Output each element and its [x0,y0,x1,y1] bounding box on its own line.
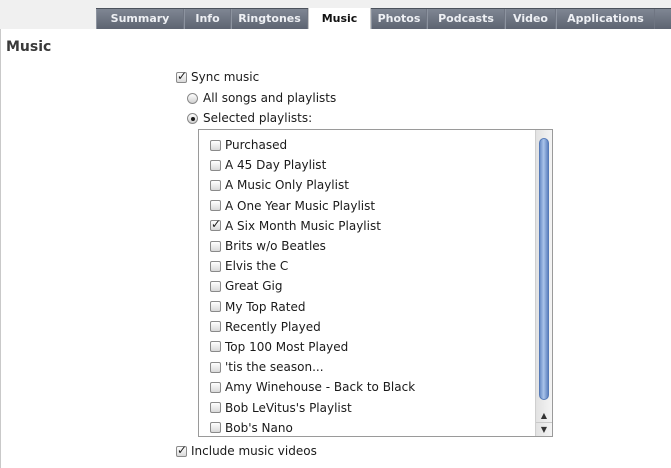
list-item[interactable]: A Six Month Music Playlist [199,216,535,236]
arrow-down-icon[interactable]: ▼ [536,422,552,435]
include-videos-checkbox[interactable] [176,443,187,457]
playlist-checkbox[interactable] [210,381,221,393]
tab-info[interactable]: Info [184,9,231,29]
arrow-up-icon[interactable]: ▲ [536,409,552,422]
tab-bar: Summary Info Ringtones Music Photos Podc… [0,0,671,29]
playlist-scrollbar[interactable]: ▲ ▼ [535,130,552,436]
playlist-checkbox[interactable] [210,139,221,151]
list-item[interactable]: 'tis the season... [199,357,535,377]
all-songs-label: All songs and playlists [203,91,337,105]
playlist-label: Brits w/o Beatles [225,239,326,254]
playlist-label: A One Year Music Playlist [225,198,376,213]
list-item[interactable]: A 45 Day Playlist [199,155,535,175]
list-item[interactable]: Amy Winehouse - Back to Black [199,377,535,397]
playlist-label: Bob's Nano [225,420,293,435]
all-songs-radio[interactable] [187,92,198,104]
sync-music-option[interactable]: Sync music [176,69,260,84]
playlist-label: My Top Rated [225,299,306,314]
playlist-label: Purchased [225,138,288,153]
list-item[interactable]: Bob LeVitus's Playlist [199,397,535,417]
list-item[interactable]: A One Year Music Playlist [199,196,535,216]
playlist-label: 'tis the season... [225,360,324,375]
tab-applications[interactable]: Applications [556,9,655,29]
playlist-checkbox[interactable] [210,361,221,373]
list-item[interactable]: Recently Played [199,317,535,337]
list-item[interactable]: My Top Rated [199,297,535,317]
page-title: Music [6,39,52,55]
tab-music[interactable]: Music [308,8,371,29]
playlist-label: Great Gig [225,279,283,294]
selected-playlists-radio[interactable] [187,112,198,124]
playlist-label: Recently Played [225,319,321,334]
playlist-label: Top 100 Most Played [225,339,349,354]
playlist-items: Purchased A 45 Day Playlist A Music Only P… [199,130,535,436]
tab-podcasts[interactable]: Podcasts [427,9,505,29]
tab-photos[interactable]: Photos [371,9,427,29]
list-item[interactable]: Great Gig [199,276,535,296]
playlist-label: A 45 Day Playlist [225,158,327,173]
playlist-checkbox[interactable] [210,321,221,333]
sync-music-label: Sync music [191,70,260,84]
playlist-checkbox[interactable] [210,179,221,191]
playlist-label: Amy Winehouse - Back to Black [225,380,416,395]
list-item[interactable]: Purchased [199,135,535,155]
playlist-checkbox[interactable] [210,402,221,414]
playlist-label: A Music Only Playlist [225,178,349,193]
sync-music-checkbox[interactable] [176,69,187,83]
list-item[interactable]: Elvis the C [199,256,535,276]
playlist-label: Bob LeVitus's Playlist [225,400,352,415]
include-videos-option[interactable]: Include music videos [176,443,317,458]
playlist-checkbox[interactable] [210,280,221,292]
tab-ringtones[interactable]: Ringtones [231,9,308,29]
playlist-checkbox[interactable] [210,159,221,171]
all-songs-option[interactable]: All songs and playlists [187,91,336,105]
list-item[interactable]: Bob's Nano [199,418,535,436]
playlist-checkbox[interactable] [210,217,221,232]
playlist-list[interactable]: Purchased A 45 Day Playlist A Music Only P… [198,129,553,437]
playlist-checkbox[interactable] [210,301,221,313]
tab-summary[interactable]: Summary [96,9,184,29]
include-videos-label: Include music videos [191,444,317,458]
selected-playlists-label: Selected playlists: [203,111,313,125]
playlist-checkbox[interactable] [210,341,221,353]
playlist-checkbox[interactable] [210,200,221,212]
tab-video[interactable]: Video [505,9,556,29]
playlist-label: A Six Month Music Playlist [225,218,381,233]
playlist-label: Elvis the C [225,259,289,274]
left-border [0,29,1,468]
playlist-checkbox[interactable] [210,422,221,434]
tab-strip: Summary Info Ringtones Music Photos Podc… [96,8,671,29]
playlist-checkbox[interactable] [210,240,221,252]
list-item[interactable]: Top 100 Most Played [199,337,535,357]
playlist-checkbox[interactable] [210,260,221,272]
scrollbar-thumb[interactable] [539,138,549,400]
list-item[interactable]: Brits w/o Beatles [199,236,535,256]
selected-playlists-option[interactable]: Selected playlists: [187,111,312,125]
list-item[interactable]: A Music Only Playlist [199,175,535,195]
